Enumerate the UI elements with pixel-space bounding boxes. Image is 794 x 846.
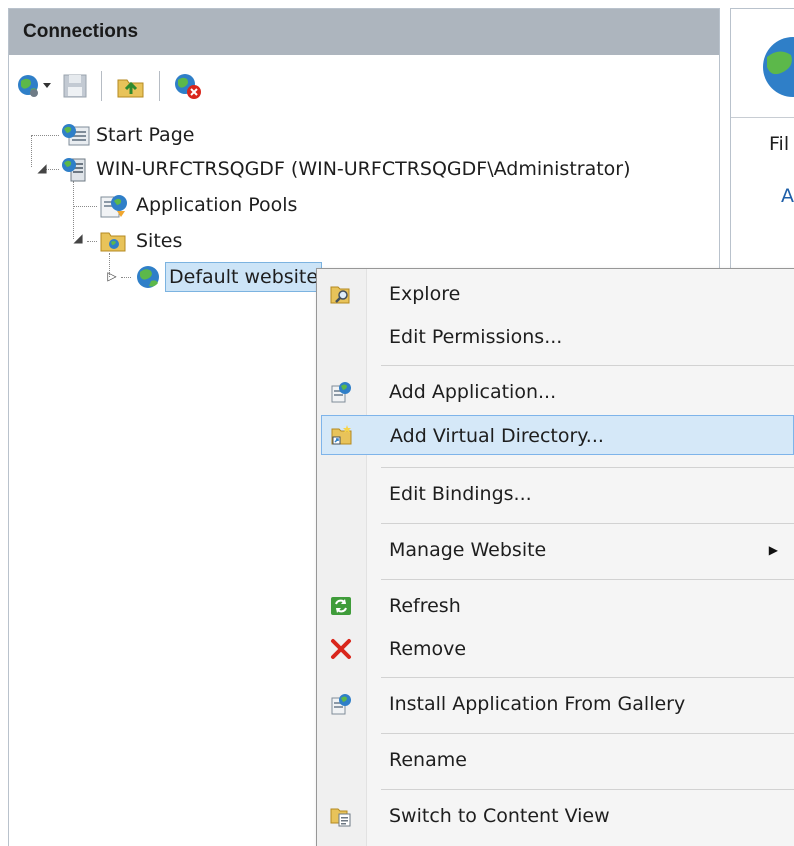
globe-icon xyxy=(131,263,165,295)
tree-node-application-pools[interactable]: Application Pools xyxy=(133,189,300,221)
submenu-arrow-icon: ▶ xyxy=(768,543,778,557)
menu-separator xyxy=(381,523,794,524)
menu-separator xyxy=(381,579,794,580)
menu-item-remove[interactable]: Remove xyxy=(317,629,794,669)
start-page-icon xyxy=(59,121,93,153)
menu-separator xyxy=(381,789,794,790)
menu-item-edit-permissions[interactable]: Edit Permissions... xyxy=(317,317,794,357)
connections-header: Connections xyxy=(9,9,719,55)
menu-item-label: Manage Website xyxy=(389,539,547,561)
add-application-icon xyxy=(329,380,353,404)
menu-separator xyxy=(381,677,794,678)
menu-item-label: Install Application From Gallery xyxy=(389,693,686,715)
add-virtual-directory-icon xyxy=(330,423,354,447)
explore-folder-icon xyxy=(329,282,353,306)
menu-item-explore[interactable]: Explore xyxy=(317,274,794,314)
tree-node-server[interactable]: WIN-URFCTRSQGDF (WIN-URFCTRSQGDF\Adminis… xyxy=(93,153,634,185)
menu-item-label: Edit Permissions... xyxy=(389,326,563,348)
filter-label: Fil xyxy=(769,133,790,155)
tree-node-label: Default website xyxy=(165,262,323,292)
menu-item-edit-bindings[interactable]: Edit Bindings... xyxy=(317,474,794,514)
tree-node-label: Start Page xyxy=(96,124,195,146)
refresh-icon xyxy=(329,594,353,618)
tree-node-start-page[interactable]: Start Page xyxy=(93,119,197,151)
connect-icon[interactable] xyxy=(15,71,55,101)
menu-item-rename[interactable]: Rename xyxy=(317,740,794,780)
tree-node-label: Application Pools xyxy=(136,194,298,216)
tree-connector xyxy=(31,135,59,136)
menu-item-label: Edit Bindings... xyxy=(389,483,532,505)
feature-link[interactable]: A xyxy=(781,185,794,207)
menu-item-label: Rename xyxy=(389,749,467,771)
disconnect-icon[interactable] xyxy=(171,71,205,101)
menu-item-label: Refresh xyxy=(389,595,461,617)
tree-connector xyxy=(31,135,32,167)
menu-item-label: Add Virtual Directory... xyxy=(390,425,604,447)
content-view-icon xyxy=(329,804,353,828)
connections-toolbar xyxy=(9,55,719,119)
install-gallery-icon xyxy=(329,692,353,716)
expand-arrow-icon[interactable]: ▷ xyxy=(105,269,119,283)
toolbar-separator xyxy=(159,71,160,101)
menu-item-label: Remove xyxy=(389,638,467,660)
tree-node-label: WIN-URFCTRSQGDF (WIN-URFCTRSQGDF\Adminis… xyxy=(96,158,631,180)
menu-item-label: Add Application... xyxy=(389,381,557,403)
menu-separator xyxy=(381,365,794,366)
menu-item-install-application-from-gallery[interactable]: Install Application From Gallery xyxy=(317,684,794,724)
save-icon[interactable] xyxy=(61,71,89,101)
remove-icon xyxy=(329,637,353,661)
pane-divider xyxy=(731,117,794,118)
menu-item-add-application[interactable]: Add Application... xyxy=(317,372,794,412)
up-level-icon[interactable] xyxy=(115,71,147,101)
menu-item-add-virtual-directory[interactable]: Add Virtual Directory... xyxy=(321,415,794,455)
collapse-arrow-icon[interactable]: ◢ xyxy=(71,231,85,245)
site-globe-icon xyxy=(757,35,794,103)
tree-connector xyxy=(121,277,131,278)
tree-node-label: Sites xyxy=(136,230,183,252)
menu-item-manage-website[interactable]: Manage Website ▶ xyxy=(317,530,794,570)
menu-item-label: Switch to Content View xyxy=(389,805,610,827)
server-icon xyxy=(59,155,93,187)
sites-folder-icon xyxy=(97,227,131,259)
context-menu: Explore Edit Permissions... Add Applicat… xyxy=(316,268,794,846)
tree-node-sites[interactable]: Sites xyxy=(133,225,185,257)
collapse-arrow-icon[interactable]: ◢ xyxy=(35,161,49,175)
menu-separator xyxy=(381,733,794,734)
tree-connector xyxy=(87,241,97,242)
toolbar-separator xyxy=(101,71,102,101)
menu-item-refresh[interactable]: Refresh xyxy=(317,586,794,626)
menu-item-label: Explore xyxy=(389,283,461,305)
menu-separator xyxy=(381,467,794,468)
application-pools-icon xyxy=(97,191,131,223)
tree-node-default-website[interactable]: Default website xyxy=(165,261,323,293)
menu-item-switch-to-content-view[interactable]: Switch to Content View xyxy=(317,796,794,836)
tree-connector xyxy=(73,206,97,207)
